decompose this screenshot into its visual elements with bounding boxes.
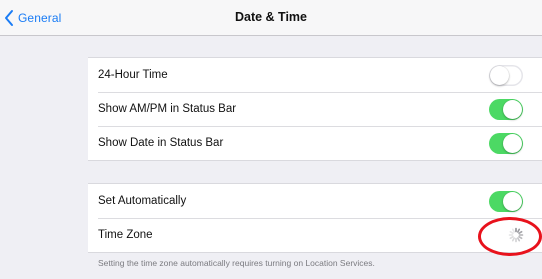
set-automatically-toggle[interactable] <box>489 191 523 212</box>
24-hour-time-toggle[interactable] <box>489 65 523 86</box>
loading-spinner-icon <box>508 227 524 243</box>
setting-label: Time Zone <box>98 229 153 241</box>
toggle-knob <box>490 66 509 85</box>
setting-row-show-date: Show Date in Status Bar <box>88 126 542 160</box>
show-date-toggle[interactable] <box>489 133 523 154</box>
setting-row-24-hour-time: 24-Hour Time <box>88 58 542 92</box>
setting-label: 24-Hour Time <box>98 69 168 81</box>
navigation-bar: General Date & Time <box>0 0 542 36</box>
location-services-footnote: Setting the time zone automatically requ… <box>98 258 375 268</box>
page-title: Date & Time <box>234 10 307 24</box>
show-ampm-toggle[interactable] <box>489 99 523 120</box>
setting-row-set-automatically: Set Automatically <box>88 184 542 218</box>
setting-label: Show AM/PM in Status Bar <box>98 103 237 115</box>
toggle-knob <box>503 100 522 119</box>
toggle-knob <box>503 192 522 211</box>
automatic-time-group: Set Automatically Time Zone <box>88 183 542 253</box>
setting-row-show-ampm: Show AM/PM in Status Bar <box>88 92 542 126</box>
toggle-knob <box>503 134 522 153</box>
setting-row-time-zone[interactable]: Time Zone <box>88 218 542 252</box>
time-display-group: 24-Hour Time Show AM/PM in Status Bar Sh… <box>88 57 542 161</box>
setting-label: Show Date in Status Bar <box>98 137 224 149</box>
setting-label: Set Automatically <box>98 195 187 207</box>
